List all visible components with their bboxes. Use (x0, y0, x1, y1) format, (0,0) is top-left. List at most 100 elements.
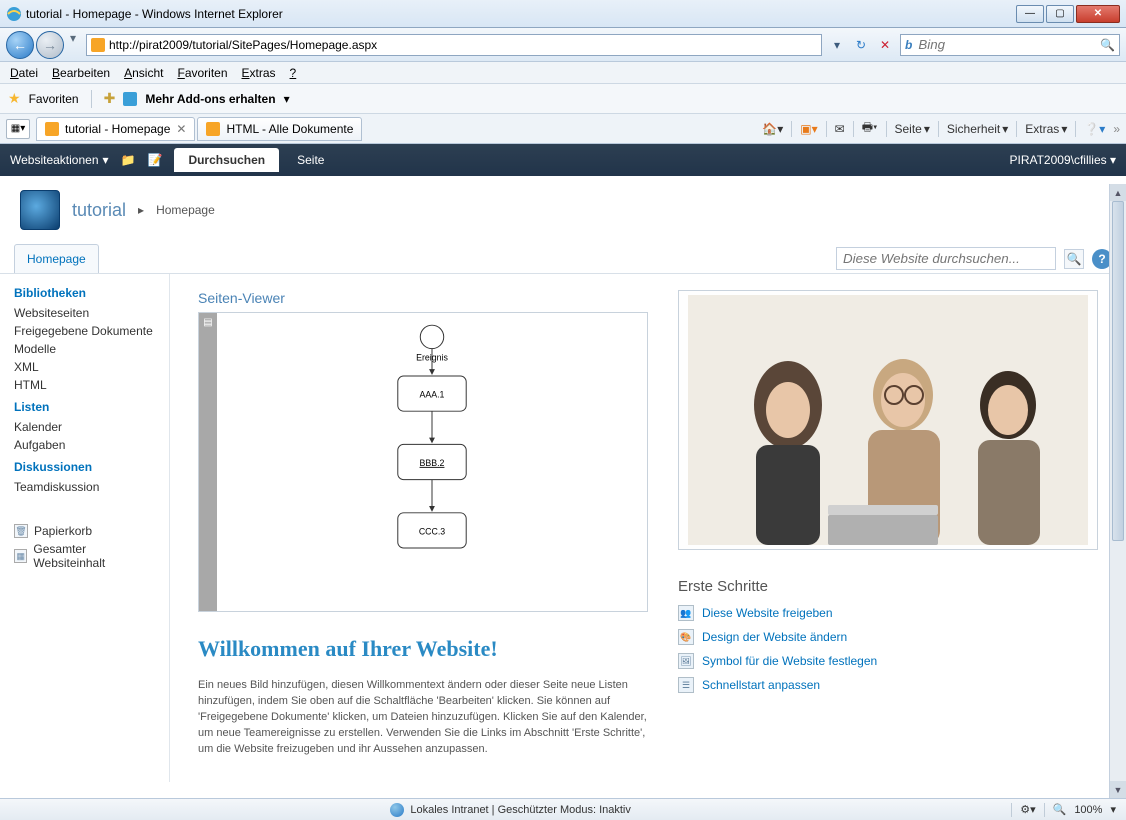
svg-text:BBB.2: BBB.2 (420, 458, 445, 468)
tab-bar: ▦▾ tutorial - Homepage ✕ HTML - Alle Dok… (0, 114, 1126, 144)
chevron-right-icon[interactable]: » (1113, 122, 1120, 136)
menu-ansicht[interactable]: Ansicht (124, 66, 163, 80)
forward-button[interactable]: → (36, 31, 64, 59)
site-search-input[interactable] (836, 247, 1056, 270)
addons-dropdown-icon[interactable]: ▾ (284, 92, 290, 106)
gs-link-icon[interactable]: 🖼Symbol für die Website festlegen (678, 653, 1098, 669)
url-input[interactable] (109, 38, 817, 52)
site-search-go[interactable]: 🔍 (1064, 249, 1084, 269)
zoom-dropdown-icon[interactable]: ▾ (1110, 803, 1116, 816)
ql-recycle-bin[interactable]: 🗑Papierkorb (14, 524, 155, 538)
zoom-level[interactable]: 100% (1074, 804, 1102, 816)
tab-icon (45, 122, 59, 136)
browser-tab-1[interactable]: HTML - Alle Dokumente (197, 117, 362, 141)
ribbon-tab-browse[interactable]: Durchsuchen (174, 148, 279, 172)
feeds-button[interactable]: ▣▾ (800, 122, 817, 136)
addons-link[interactable]: Mehr Add-ons erhalten (145, 92, 275, 106)
ql-link-teamdisc[interactable]: Teamdiskussion (14, 480, 155, 494)
ql-link-shared-docs[interactable]: Freigegebene Dokumente (14, 324, 155, 338)
ql-link-html[interactable]: HTML (14, 378, 155, 392)
navigate-up-icon[interactable]: 📁 (121, 153, 136, 167)
ql-link-xml[interactable]: XML (14, 360, 155, 374)
search-box[interactable]: b 🔍 (900, 34, 1120, 56)
tab-close-icon[interactable]: ✕ (176, 122, 186, 136)
getting-started-heading: Erste Schritte (678, 578, 1098, 595)
list-icon: ☰ (678, 677, 694, 693)
address-bar[interactable] (86, 34, 822, 56)
menu-extras[interactable]: Extras (242, 66, 276, 80)
sharepoint-ribbon: Websiteaktionen ▾ 📁 📝 Durchsuchen Seite … (0, 144, 1126, 176)
maximize-button[interactable]: ▢ (1046, 5, 1074, 23)
help-button[interactable]: ❔▾ (1084, 122, 1105, 136)
search-input[interactable] (918, 37, 1100, 52)
gs-link-quicklaunch[interactable]: ☰Schnellstart anpassen (678, 677, 1098, 693)
home-button[interactable]: 🏠▾ (762, 122, 783, 136)
close-button[interactable]: ✕ (1076, 5, 1120, 23)
ribbon-tab-page[interactable]: Seite (283, 148, 338, 172)
site-link[interactable]: tutorial (72, 200, 126, 221)
page-title-area: tutorial ▸ Homepage (0, 176, 1126, 244)
scroll-down-icon[interactable]: ▼ (1110, 781, 1126, 798)
mail-button[interactable]: ✉ (835, 122, 845, 136)
window-titlebar: tutorial - Homepage - Windows Internet E… (0, 0, 1126, 28)
ql-link-tasks[interactable]: Aufgaben (14, 438, 155, 452)
toplink-tab-homepage[interactable]: Homepage (14, 244, 99, 273)
edit-page-icon[interactable]: 📝 (147, 153, 162, 167)
page-menu[interactable]: Seite▾ (895, 122, 930, 136)
welcome-heading: Willkommen auf Ihrer Website! (198, 636, 648, 662)
window-title: tutorial - Homepage - Windows Internet E… (26, 7, 1016, 21)
ql-heading-discussions[interactable]: Diskussionen (14, 460, 155, 474)
command-bar: 🏠▾ ▣▾ ✉ 🖶▾ Seite▾ Sicherheit▾ Extras▾ ❔▾… (762, 118, 1120, 139)
safety-menu[interactable]: Sicherheit▾ (947, 122, 1008, 136)
user-menu[interactable]: PIRAT2009\cfillies ▾ (1009, 153, 1116, 167)
scrollbar-thumb[interactable] (1112, 201, 1124, 541)
search-go-icon[interactable]: 🔍 (1100, 38, 1115, 52)
menu-datei[interactable]: Datei (10, 66, 38, 80)
minimize-button[interactable]: — (1016, 5, 1044, 23)
site-actions-menu[interactable]: Websiteaktionen ▾ (10, 153, 109, 167)
ie-icon (6, 6, 22, 22)
status-bar: Lokales Intranet | Geschützter Modus: In… (0, 798, 1126, 820)
vertical-scrollbar[interactable]: ▲ ▼ (1109, 184, 1126, 798)
diagram-canvas[interactable]: Ereignis AAA.1 BBB.2 CCC.3 (217, 313, 647, 611)
page-icon (91, 38, 105, 52)
scroll-up-icon[interactable]: ▲ (1110, 184, 1126, 201)
all-content-icon: ▦ (14, 549, 27, 563)
gs-link-share[interactable]: 👥Diese Website freigeben (678, 605, 1098, 621)
svg-text:CCC.3: CCC.3 (419, 526, 445, 536)
ql-link-siteseiten[interactable]: Websiteseiten (14, 306, 155, 320)
ql-link-calendar[interactable]: Kalender (14, 420, 155, 434)
ql-heading-libraries[interactable]: Bibliotheken (14, 286, 155, 300)
add-favorite-icon[interactable]: ✚ (104, 90, 116, 107)
browser-tab-0[interactable]: tutorial - Homepage ✕ (36, 117, 195, 141)
recycle-icon: 🗑 (14, 524, 28, 538)
favorites-label[interactable]: Favoriten (29, 92, 79, 106)
back-button[interactable]: ← (6, 31, 34, 59)
page-viewer-webpart[interactable]: ▤ Ereignis AAA.1 BBB.2 CCC.3 (198, 312, 648, 612)
protected-mode-icon[interactable]: ⚙▾ (1020, 803, 1035, 816)
ql-link-modelle[interactable]: Modelle (14, 342, 155, 356)
tools-menu[interactable]: Extras▾ (1025, 122, 1067, 136)
top-link-bar: Homepage 🔍 ? (0, 244, 1126, 274)
menu-bearbeiten[interactable]: Bearbeiten (52, 66, 110, 80)
history-dropdown[interactable]: ▾ (66, 31, 80, 59)
suggested-sites-icon[interactable] (123, 92, 137, 106)
quick-tabs-button[interactable]: ▦▾ (6, 119, 30, 139)
share-icon: 👥 (678, 605, 694, 621)
menu-help[interactable]: ? (290, 66, 297, 80)
gs-link-design[interactable]: 🎨Design der Website ändern (678, 629, 1098, 645)
site-logo[interactable] (20, 190, 60, 230)
favorites-star-icon[interactable]: ★ (8, 90, 21, 107)
print-button[interactable]: 🖶▾ (862, 118, 878, 139)
zoom-icon[interactable]: 🔍 (1053, 803, 1067, 816)
zone-icon (390, 803, 404, 817)
ql-all-content[interactable]: ▦Gesamter Websiteinhalt (14, 542, 155, 570)
address-dropdown[interactable]: ▾ (828, 36, 846, 54)
security-zone-text: Lokales Intranet | Geschützter Modus: In… (410, 804, 631, 816)
menu-favoriten[interactable]: Favoriten (177, 66, 227, 80)
viewer-sidebar-icon[interactable]: ▤ (199, 313, 217, 611)
refresh-button[interactable]: ↻ (852, 36, 870, 54)
image-icon: 🖼 (678, 653, 694, 669)
stop-button[interactable]: ✕ (876, 36, 894, 54)
ql-heading-lists[interactable]: Listen (14, 400, 155, 414)
